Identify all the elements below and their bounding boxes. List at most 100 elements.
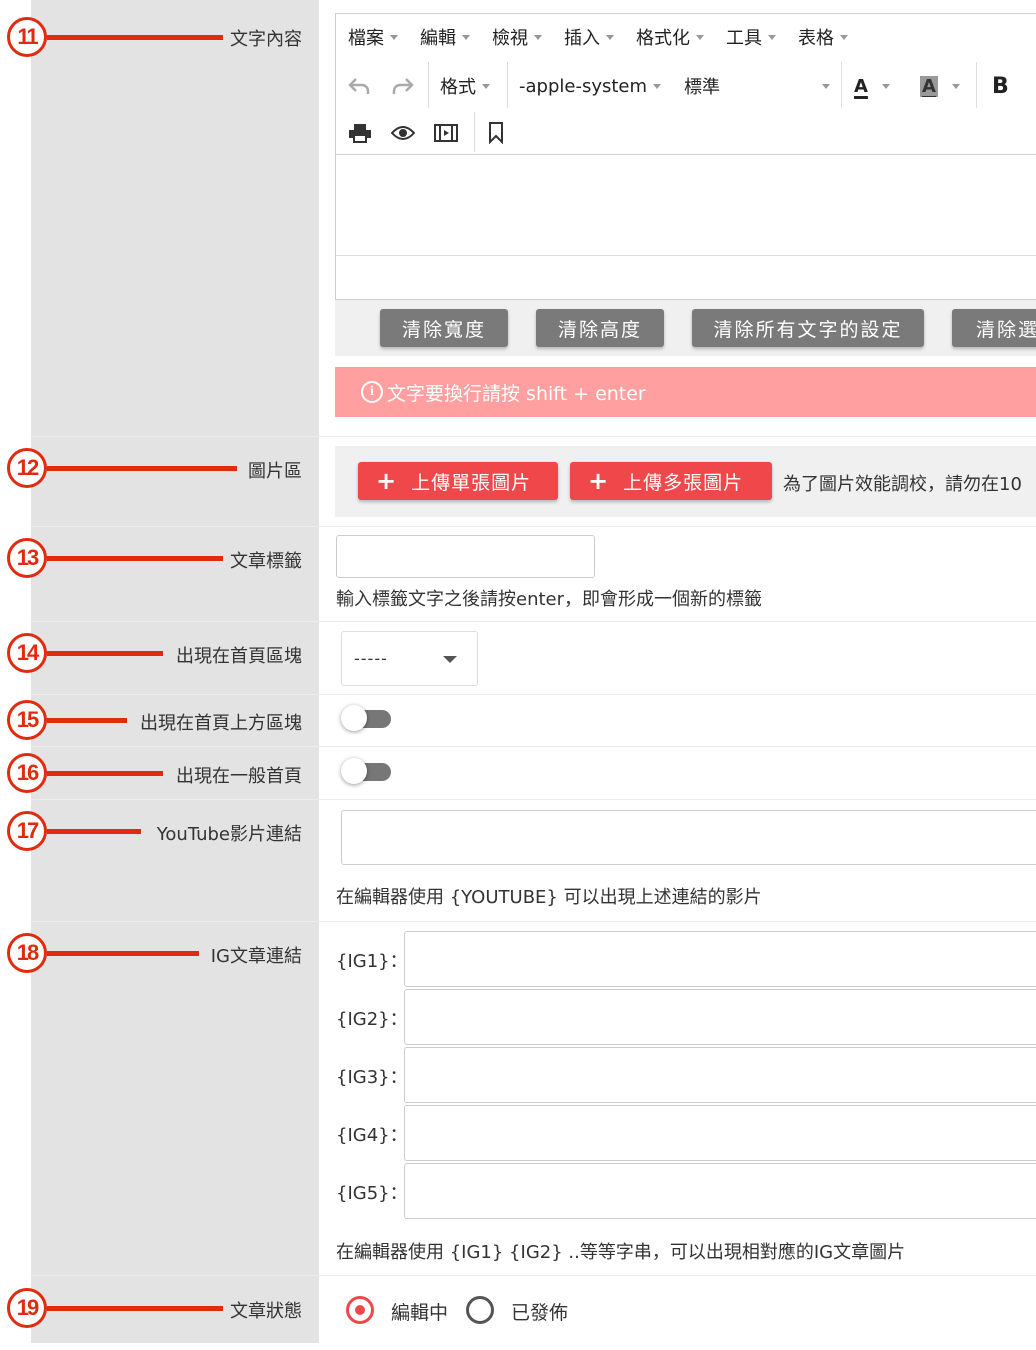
bookmark-button[interactable]	[488, 114, 504, 152]
text-color-button[interactable]: A	[854, 64, 890, 108]
menu-edit[interactable]: 編輯	[420, 24, 470, 50]
menu-label: 檔案	[348, 28, 384, 49]
annotation-number: 17	[7, 811, 47, 851]
ig4-input[interactable]	[404, 1105, 1036, 1161]
undo-button[interactable]	[348, 64, 378, 108]
clear-height-button[interactable]: 清除高度	[536, 309, 664, 347]
upload-single-image-button[interactable]: + 上傳單張圖片	[358, 462, 558, 500]
ig5-label: {IG5}：	[336, 1183, 408, 1204]
chevron-down-icon	[696, 34, 704, 40]
undo-icon	[348, 78, 370, 94]
editor-content-area[interactable]	[336, 154, 1036, 256]
youtube-help-text: 在編輯器使用 {YOUTUBE} 可以出現上述連結的影片	[336, 887, 762, 908]
text-color-icon: A	[854, 75, 868, 97]
menu-tools[interactable]: 工具	[726, 24, 776, 50]
menu-label: 工具	[726, 28, 762, 49]
annotation-marker-15: 15	[7, 700, 127, 740]
clear-all-text-settings-button[interactable]: 清除所有文字的設定	[692, 309, 924, 347]
print-icon	[349, 124, 371, 143]
annotation-leader-line	[47, 717, 127, 723]
menu-file[interactable]: 檔案	[348, 24, 398, 50]
bold-icon: B	[992, 73, 1009, 99]
ig3-label: {IG3}：	[336, 1067, 408, 1088]
menu-label: 檢視	[492, 28, 528, 49]
editor-toolbar-row-1: 格式 -apple-system 標準 A A B	[336, 62, 1036, 108]
font-size-value: 標準	[684, 77, 720, 98]
annotation-number: 19	[7, 1288, 47, 1328]
field-label-tags: 文章標籤	[230, 551, 302, 572]
tag-input[interactable]	[336, 535, 595, 578]
row-divider	[31, 921, 1036, 922]
caret-down-icon	[443, 656, 457, 663]
chevron-down-icon	[606, 34, 614, 40]
field-label-images: 圖片區	[248, 461, 302, 482]
toolbar-divider	[428, 62, 429, 108]
annotation-marker-11: 11	[7, 17, 223, 57]
general-home-toggle[interactable]	[341, 757, 391, 785]
status-editing-label: 編輯中	[391, 1302, 449, 1324]
annotation-leader-line	[47, 828, 141, 834]
background-color-button[interactable]: A	[920, 64, 960, 108]
annotation-leader-line	[47, 555, 223, 561]
chevron-down-icon	[768, 34, 776, 40]
annotation-marker-18: 18	[7, 933, 199, 973]
ig2-input[interactable]	[404, 989, 1036, 1045]
home-top-block-toggle[interactable]	[341, 704, 391, 732]
toolbar-divider	[976, 62, 977, 108]
annotation-leader-line	[47, 34, 223, 40]
annotation-marker-14: 14	[7, 633, 163, 673]
bookmark-icon	[489, 122, 503, 144]
ig1-input[interactable]	[404, 931, 1036, 987]
format-dropdown[interactable]: 格式	[440, 64, 490, 108]
font-size-dropdown[interactable]: 標準	[684, 64, 830, 108]
font-family-dropdown[interactable]: -apple-system	[519, 64, 662, 108]
image-performance-note: 為了圖片效能調校，請勿在10	[783, 474, 1022, 495]
annotation-leader-line	[47, 950, 199, 956]
row-divider	[31, 746, 1036, 747]
field-label-general-home: 出現在一般首頁	[176, 766, 302, 787]
annotation-number: 12	[7, 448, 47, 488]
row-divider	[31, 526, 1036, 527]
chevron-down-icon	[840, 34, 848, 40]
ig3-input[interactable]	[404, 1047, 1036, 1103]
annotation-leader-line	[47, 770, 163, 776]
ig5-input[interactable]	[404, 1163, 1036, 1219]
menu-view[interactable]: 檢視	[492, 24, 542, 50]
redo-icon	[392, 78, 414, 94]
chevron-down-icon	[482, 83, 490, 89]
chevron-down-icon	[462, 34, 470, 40]
editor-action-bar: 清除寬度 清除高度 清除所有文字的設定 清除選	[335, 300, 1036, 356]
menu-table[interactable]: 表格	[798, 24, 848, 50]
toolbar-divider	[474, 112, 475, 152]
print-button[interactable]	[348, 114, 372, 152]
redo-button[interactable]	[392, 64, 422, 108]
status-published-radio[interactable]	[466, 1296, 494, 1324]
select-value: -----	[354, 649, 388, 668]
annotation-marker-17: 17	[7, 811, 141, 851]
chevron-down-icon	[822, 83, 830, 89]
field-label-content: 文字內容	[230, 29, 302, 50]
insert-media-button[interactable]	[434, 114, 458, 152]
youtube-url-input[interactable]	[341, 810, 1036, 865]
row-divider	[31, 694, 1036, 695]
toggle-knob	[341, 705, 367, 731]
format-label: 格式	[440, 77, 476, 98]
chevron-down-icon	[534, 34, 542, 40]
clear-width-button[interactable]: 清除寬度	[380, 309, 508, 347]
bold-button[interactable]: B	[992, 64, 1009, 108]
ig1-label: {IG1}：	[336, 951, 408, 972]
status-editing-radio[interactable]	[346, 1296, 374, 1324]
annotation-leader-line	[47, 465, 237, 471]
menu-format[interactable]: 格式化	[636, 24, 704, 50]
film-icon	[434, 124, 458, 142]
home-block-select[interactable]: -----	[341, 631, 478, 686]
clear-selected-button[interactable]: 清除選	[952, 309, 1036, 347]
status-published-label: 已發佈	[511, 1302, 569, 1324]
field-label-ig: IG文章連結	[210, 946, 302, 967]
preview-button[interactable]	[391, 114, 415, 152]
info-icon: i	[361, 381, 383, 403]
menu-insert[interactable]: 插入	[564, 24, 614, 50]
alert-text: 文字要換行請按 shift + enter	[387, 382, 646, 405]
upload-multiple-images-button[interactable]: + 上傳多張圖片	[570, 462, 772, 500]
row-divider	[31, 436, 1036, 437]
